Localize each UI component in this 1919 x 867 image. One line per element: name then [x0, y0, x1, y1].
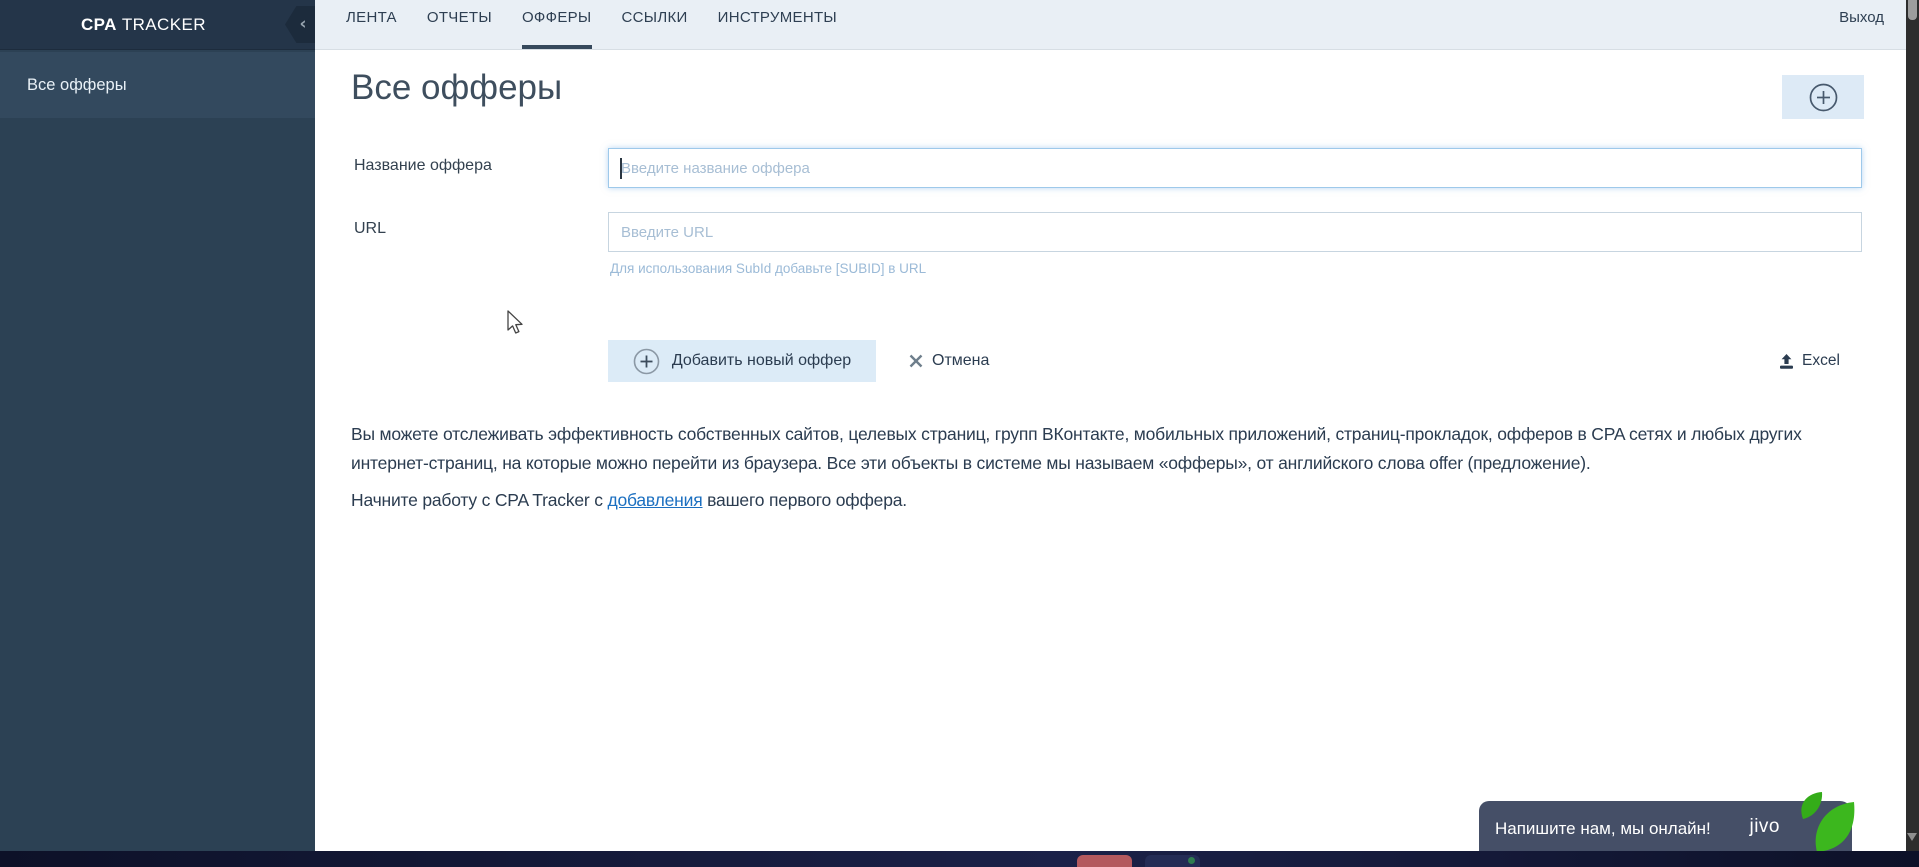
jivo-green-leaf-icon: [1801, 792, 1855, 852]
url-input[interactable]: [608, 212, 1862, 252]
chat-message: Напишите нам, мы онлайн!: [1495, 819, 1711, 838]
sidebar: CPA TRACKER ‹ Все офферы: [0, 0, 315, 851]
main-content: Все офферы Название оффера URL Для испол…: [315, 50, 1906, 851]
scrollbar-thumb[interactable]: [1908, 0, 1917, 20]
topbar: ЛЕНТА ОТЧЕТЫ ОФФЕРЫ ССЫЛКИ ИНСТРУМЕНТЫ В…: [315, 0, 1906, 50]
app-logo-light: TRACKER: [121, 14, 206, 34]
scrollbar-track[interactable]: [1906, 0, 1919, 851]
tab-lenta[interactable]: ЛЕНТА: [346, 0, 397, 49]
cancel-button[interactable]: Отмена: [909, 340, 989, 382]
sidebar-header: CPA TRACKER ‹: [0, 0, 315, 50]
jivo-logo: jivo: [1749, 816, 1780, 837]
add-new-offer-button[interactable]: Добавить новый оффер: [608, 340, 876, 382]
x-cross-icon: [909, 354, 923, 368]
app-logo: CPA TRACKER: [81, 15, 206, 35]
app-logo-bold: CPA: [81, 14, 117, 34]
app-window: CPA TRACKER ‹ Все офферы ЛЕНТА ОТЧЕТЫ ОФФ…: [0, 0, 1919, 867]
tab-otchety[interactable]: ОТЧЕТЫ: [427, 0, 492, 49]
sidebar-item-label: Все офферы: [27, 75, 127, 94]
background-window-strip: [0, 851, 1919, 867]
getting-started-paragraph: Начните работу с CPA Tracker с добавлени…: [351, 490, 907, 511]
excel-label: Excel: [1802, 352, 1840, 369]
scrollbar-down-arrow-icon[interactable]: [1907, 833, 1917, 841]
add-new-offer-label: Добавить новый оффер: [671, 352, 852, 369]
background-green-dot-artifact: [1188, 857, 1195, 864]
add-offer-top-button[interactable]: [1782, 75, 1864, 119]
cancel-label: Отмена: [932, 352, 990, 369]
add-offer-link[interactable]: добавления: [607, 490, 702, 510]
sidebar-collapse-button[interactable]: ‹: [285, 6, 315, 43]
tab-instrumenty[interactable]: ИНСТРУМЕНТЫ: [718, 0, 837, 49]
circled-plus-icon: [633, 348, 660, 374]
chevron-left-icon: ‹: [299, 14, 307, 34]
intro-paragraph: Вы можете отслеживать эффективность собс…: [351, 424, 1802, 473]
start-text-suffix: вашего первого оффера.: [702, 490, 907, 510]
offer-name-label: Название оффера: [354, 157, 492, 174]
start-text-prefix: Начните работу с CPA Tracker с: [351, 490, 608, 510]
circled-plus-icon: [1809, 83, 1837, 111]
text-caret: [620, 158, 622, 179]
tab-ssylki[interactable]: ССЫЛКИ: [622, 0, 688, 49]
logout-link[interactable]: Выход: [1839, 0, 1906, 49]
sidebar-item-all-offers[interactable]: Все офферы: [0, 52, 315, 118]
background-red-button-artifact: [1077, 855, 1132, 867]
excel-export-button[interactable]: Excel: [1778, 346, 1840, 376]
top-navigation: ЛЕНТА ОТЧЕТЫ ОФФЕРЫ ССЫЛКИ ИНСТРУМЕНТЫ: [315, 0, 867, 49]
subid-hint: Для использования SubId добавьте [SUBID]…: [610, 261, 927, 276]
url-label: URL: [354, 220, 387, 237]
offer-name-input[interactable]: [608, 148, 1862, 188]
page-title: Все офферы: [351, 68, 563, 107]
upload-icon: [1780, 353, 1793, 369]
jivo-chat-widget[interactable]: Напишите нам, мы онлайн! jivo: [1479, 792, 1855, 857]
tab-offery-active[interactable]: ОФФЕРЫ: [521, 0, 592, 49]
